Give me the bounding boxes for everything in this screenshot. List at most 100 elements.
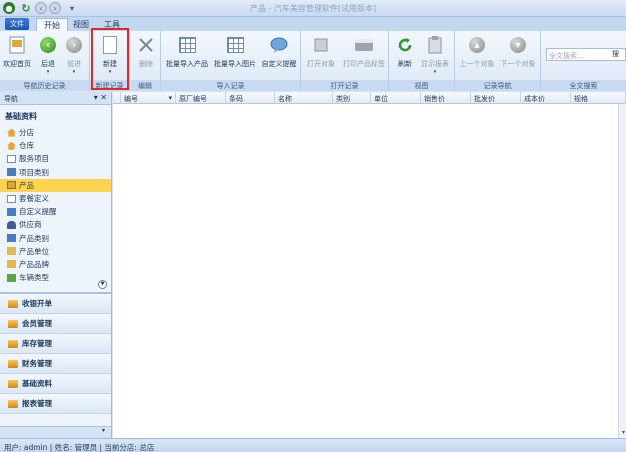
sidebar-item-product-brand[interactable]: 产品品牌 — [0, 258, 111, 271]
house-icon — [7, 141, 16, 150]
column-header-category[interactable]: 类别 — [333, 92, 371, 104]
supplier-icon — [7, 220, 16, 229]
nav-header: 导航 ▾ ✕ — [0, 92, 111, 105]
chevron-down-icon: ▾ — [46, 69, 50, 75]
new-button[interactable]: 新建 ▾ — [98, 33, 122, 77]
group-label-import-records: 导入记录 — [161, 80, 300, 91]
category-icon — [7, 234, 16, 243]
group-label-edit: 编辑 — [130, 80, 160, 91]
grid-vertical-scrollbar[interactable]: ▾ — [618, 104, 626, 438]
module-button-finance[interactable]: 财务管理 — [0, 354, 111, 374]
group-nav-history: 欢迎首页 ‹ 后退 ▾ › 前进 ▾ 导航历史记录 — [0, 31, 90, 91]
module-button-basic-data[interactable]: 基础资料 — [0, 374, 111, 394]
refresh-button[interactable]: 刷新 — [393, 33, 417, 77]
home-icon — [8, 35, 26, 55]
search-button[interactable]: 搜 — [612, 49, 619, 59]
import-products-button[interactable]: 批量导入产品 — [165, 33, 209, 77]
sidebar-item-vehicle-type[interactable]: 车辆类型 — [0, 271, 111, 284]
sidebar-item-product[interactable]: 产品 — [0, 178, 111, 192]
chevron-down-icon: ▾ — [108, 69, 112, 75]
group-fulltext-search: 全文搜索 — [541, 31, 626, 91]
column-header-oem-code[interactable]: 原厂编号 — [176, 92, 226, 104]
delete-icon — [137, 35, 155, 55]
column-header-barcode[interactable]: 条码 — [226, 92, 275, 104]
delete-button[interactable]: 删除 — [134, 33, 158, 77]
speech-bubble-icon — [270, 35, 288, 55]
folder-icon — [8, 339, 18, 348]
sidebar-item-supplier[interactable]: 供应商 — [0, 218, 111, 231]
column-header-name[interactable]: 名称 — [275, 92, 333, 104]
new-document-icon — [103, 36, 117, 54]
forward-button[interactable]: › 前进 ▾ — [62, 33, 86, 77]
app-menu-button[interactable]: 文件 — [5, 18, 29, 30]
column-header-sale-price[interactable]: 销售价 — [421, 92, 471, 104]
car-icon — [7, 273, 16, 282]
nav-overflow-chevron-icon[interactable]: ▾ — [0, 426, 111, 438]
nav-header-title: 导航 — [4, 95, 18, 103]
open-object-icon — [312, 35, 330, 55]
folder-icon — [8, 399, 18, 408]
brand-icon — [7, 260, 16, 269]
group-open-record: 打开对象 打印产品标签 打开记录 — [301, 31, 389, 91]
column-header-wholesale-price[interactable]: 批发价 — [471, 92, 521, 104]
next-record-button[interactable]: ▾ 下一个对象 — [499, 33, 537, 77]
back-icon: ‹ — [40, 37, 56, 53]
spreadsheet-icon — [178, 37, 196, 53]
print-label-button[interactable]: 打印产品标签 — [341, 33, 387, 77]
report-icon — [426, 35, 444, 55]
package-icon — [7, 194, 16, 203]
product-icon — [7, 181, 16, 190]
navigation-pane: 导航 ▾ ✕ 基础资料 分店 仓库 服务项目 项目类别 产品 套餐定义 自定义提… — [0, 92, 112, 438]
column-header-unit[interactable]: 单位 — [371, 92, 421, 104]
sidebar-item-product-category[interactable]: 产品类别 — [0, 232, 111, 245]
open-object-button[interactable]: 打开对象 — [305, 33, 337, 77]
refresh-icon — [396, 35, 414, 55]
nav-module-buttons: 收银开单 会员管理 库存管理 财务管理 基础资料 报表管理 — [0, 292, 111, 414]
up-arrow-icon: ▴ — [469, 37, 485, 53]
group-label-open-record: 打开记录 — [301, 80, 388, 91]
column-header-code[interactable]: 编号 ▾ — [121, 92, 176, 104]
nav-header-buttons[interactable]: ▾ ✕ — [94, 93, 107, 102]
sidebar-item-service-category[interactable]: 项目类别 — [0, 166, 111, 179]
group-new-record: 新建 ▾ 新建记录 — [90, 31, 130, 91]
spreadsheet-icon — [226, 37, 244, 53]
module-button-reports[interactable]: 报表管理 — [0, 394, 111, 414]
import-images-button[interactable]: 批量导入图片 — [213, 33, 257, 77]
group-label-nav-history: 导航历史记录 — [0, 80, 89, 91]
welcome-button[interactable]: 欢迎首页 — [3, 33, 31, 77]
prev-record-button[interactable]: ▴ 上一个对象 — [458, 33, 496, 77]
forward-icon: › — [66, 37, 82, 53]
show-report-button[interactable]: 显示报表 ▾ — [419, 33, 451, 77]
sidebar-item-warehouse[interactable]: 仓库 — [0, 139, 111, 152]
house-icon — [7, 128, 16, 137]
nav-item-list: 分店 仓库 服务项目 项目类别 产品 套餐定义 自定义提醒 供应商 产品类别 产… — [0, 126, 111, 284]
sidebar-item-product-unit[interactable]: 产品单位 — [0, 245, 111, 258]
module-button-inventory[interactable]: 库存管理 — [0, 334, 111, 354]
sidebar-item-package[interactable]: 套餐定义 — [0, 192, 111, 205]
sidebar-item-branch[interactable]: 分店 — [0, 126, 111, 139]
scroll-down-arrow-icon[interactable]: ▾ — [622, 429, 625, 436]
sidebar-item-service[interactable]: 服务项目 — [0, 152, 111, 165]
module-button-cashier[interactable]: 收银开单 — [0, 294, 111, 314]
tab-view[interactable]: 视图 — [70, 18, 92, 31]
custom-reminder-button[interactable]: 自定义提醒 — [260, 33, 298, 77]
nav-section-title: 基础资料 — [5, 112, 37, 121]
sort-arrow-icon: ▾ — [168, 94, 172, 102]
nav-scroll-down-icon[interactable]: ▼ — [98, 280, 107, 289]
tab-tools[interactable]: 工具 — [100, 18, 124, 31]
group-label-record-nav: 记录导航 — [455, 80, 540, 91]
tab-start[interactable]: 开始 — [36, 18, 68, 31]
sidebar-item-custom-reminder[interactable]: 自定义提醒 — [0, 205, 111, 218]
module-button-members[interactable]: 会员管理 — [0, 314, 111, 334]
group-label-fulltext-search: 全文搜索 — [541, 80, 626, 91]
unit-icon — [7, 247, 16, 256]
back-button[interactable]: ‹ 后退 ▾ — [36, 33, 60, 77]
group-edit: 删除 编辑 — [130, 31, 161, 91]
group-view: 刷新 显示报表 ▾ 视图 — [389, 31, 455, 91]
product-grid[interactable]: 编号 ▾ 原厂编号 条码 名称 类别 单位 销售价 批发价 成本价 规格 ▾ — [113, 92, 626, 438]
group-label-view: 视图 — [389, 80, 454, 91]
column-header-spec[interactable]: 规格 — [571, 92, 626, 104]
group-record-nav: ▴ 上一个对象 ▾ 下一个对象 记录导航 — [455, 31, 541, 91]
category-icon — [7, 168, 16, 177]
column-header-cost-price[interactable]: 成本价 — [521, 92, 571, 104]
